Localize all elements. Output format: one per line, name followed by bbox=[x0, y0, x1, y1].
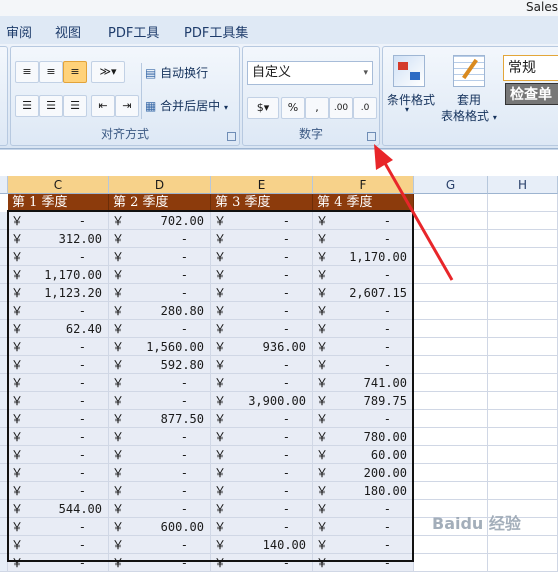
annotation-arrow bbox=[374, 144, 454, 281]
arrow-head-icon bbox=[374, 144, 393, 170]
watermark: Baidu 经验 bbox=[432, 514, 521, 533]
arrow-shaft bbox=[380, 157, 454, 281]
